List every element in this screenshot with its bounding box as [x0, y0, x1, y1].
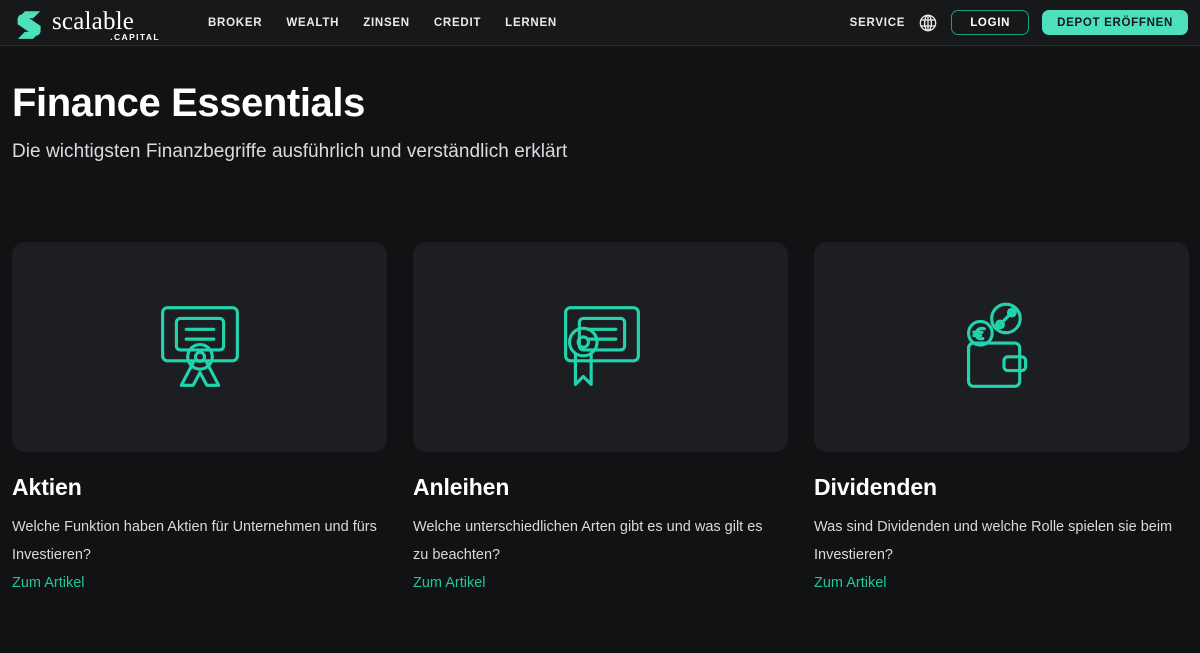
card-anleihen[interactable]: Anleihen Welche unterschiedlichen Arten …	[413, 242, 788, 596]
header-actions: SERVICE LOGIN DEPOT ERÖFFNEN	[850, 10, 1188, 35]
site-header: scalable .CAPITAL BROKER WEALTH ZINSEN C…	[0, 0, 1200, 46]
card-description: Welche unterschiedlichen Arten gibt es u…	[413, 513, 779, 569]
card-aktien[interactable]: Aktien Welche Funktion haben Aktien für …	[12, 242, 387, 596]
essentials-card-grid: Aktien Welche Funktion haben Aktien für …	[0, 242, 1200, 596]
brand-suffix: .CAPITAL	[110, 32, 160, 42]
nav-item-lernen[interactable]: LERNEN	[505, 17, 557, 29]
card-dividenden[interactable]: Dividenden Was sind Dividenden und welch…	[814, 242, 1189, 596]
card-link[interactable]: Zum Artikel	[413, 570, 486, 596]
main-navigation: BROKER WEALTH ZINSEN CREDIT LERNEN	[208, 17, 557, 29]
card-thumbnail	[413, 242, 788, 452]
card-description: Welche Funktion haben Aktien für Unterne…	[12, 513, 378, 569]
card-link[interactable]: Zum Artikel	[12, 570, 85, 596]
card-title: Dividenden	[814, 473, 1189, 501]
bond-certificate-seal-icon	[542, 288, 660, 406]
open-depot-button[interactable]: DEPOT ERÖFFNEN	[1042, 10, 1188, 35]
stock-certificate-easel-icon	[141, 288, 259, 406]
page-title: Finance Essentials	[12, 80, 1200, 126]
nav-item-credit[interactable]: CREDIT	[434, 17, 481, 29]
nav-item-wealth[interactable]: WEALTH	[286, 17, 339, 29]
card-description: Was sind Dividenden und welche Rolle spi…	[814, 513, 1180, 569]
globe-icon[interactable]	[918, 13, 938, 33]
card-thumbnail	[814, 242, 1189, 452]
nav-item-zinsen[interactable]: ZINSEN	[363, 17, 410, 29]
card-thumbnail	[12, 242, 387, 452]
hero-section: Finance Essentials Die wichtigsten Finan…	[0, 46, 1200, 165]
wallet-euro-percent-icon	[943, 288, 1061, 406]
card-link[interactable]: Zum Artikel	[814, 570, 887, 596]
nav-item-broker[interactable]: BROKER	[208, 17, 262, 29]
brand-logo[interactable]: scalable .CAPITAL	[14, 0, 160, 46]
service-link[interactable]: SERVICE	[850, 17, 906, 29]
card-title: Aktien	[12, 473, 387, 501]
login-button[interactable]: LOGIN	[951, 10, 1029, 35]
card-title: Anleihen	[413, 473, 788, 501]
scalable-logo-mark-icon	[14, 10, 44, 40]
brand-wordmark: scalable .CAPITAL	[52, 9, 160, 43]
page-subtitle: Die wichtigsten Finanzbegriffe ausführli…	[12, 139, 1200, 165]
brand-name: scalable	[52, 9, 134, 34]
